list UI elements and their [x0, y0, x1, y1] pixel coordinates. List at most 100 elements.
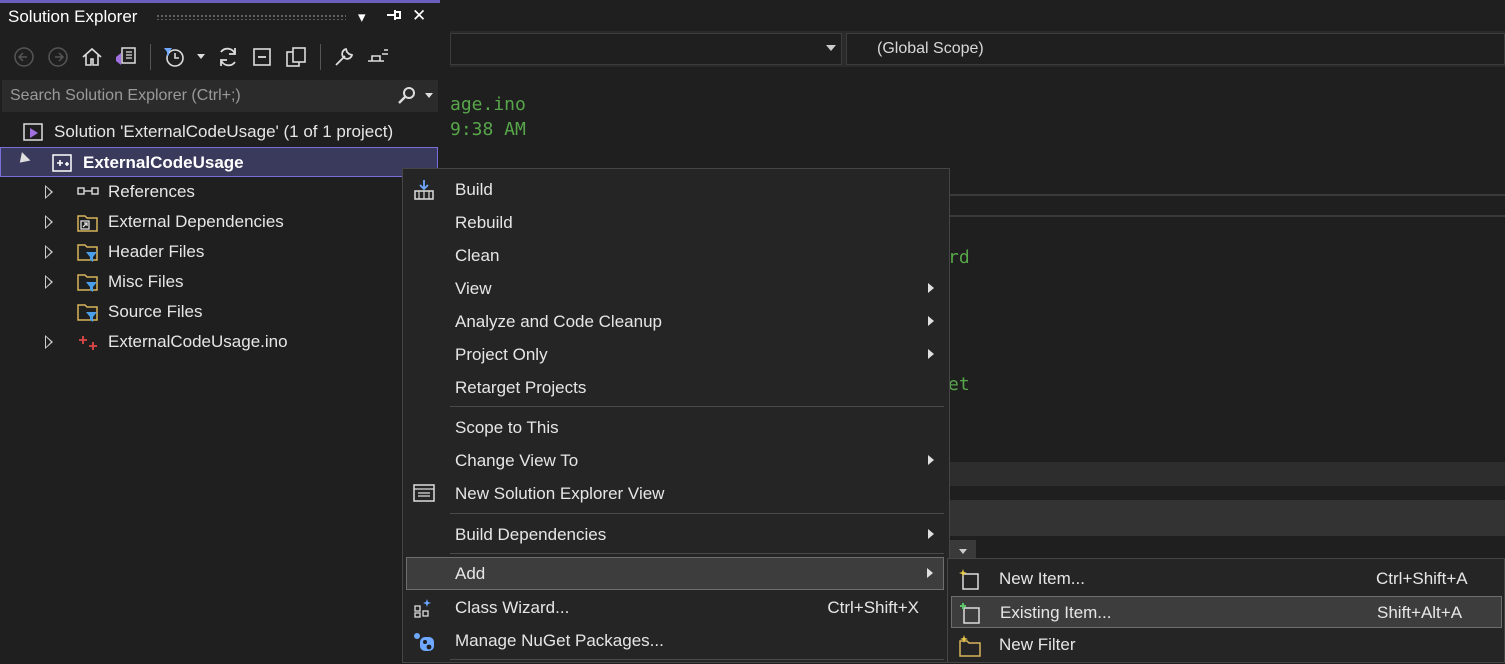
- menu-item-build-dependencies[interactable]: Build Dependencies: [406, 518, 944, 551]
- menu-separator: [450, 513, 944, 514]
- project-label: ExternalCodeUsage: [83, 153, 244, 172]
- submenu-arrow-icon: [928, 529, 934, 539]
- menu-item-scope-to-this[interactable]: Scope to This: [406, 411, 944, 444]
- menu-item-label: Build: [455, 180, 493, 199]
- menu-item-manage-nuget[interactable]: Manage NuGet Packages...: [406, 624, 944, 657]
- submenu-item-new-filter[interactable]: New Filter: [951, 629, 1502, 661]
- tree-item-external-dependencies[interactable]: External Dependencies: [0, 207, 438, 237]
- menu-item-project-only[interactable]: Project Only: [406, 338, 944, 371]
- new-item-icon: [957, 567, 981, 591]
- expand-icon[interactable]: [45, 215, 53, 229]
- pending-changes-filter-icon[interactable]: [161, 44, 187, 70]
- window-position-dropdown-icon[interactable]: ▾: [358, 8, 366, 26]
- output-panel-toolbar: [948, 500, 1505, 536]
- submenu-item-label: New Filter: [999, 635, 1076, 654]
- expand-icon[interactable]: [45, 185, 53, 199]
- submenu-item-shortcut: Ctrl+Shift+A: [1376, 569, 1468, 588]
- class-wizard-icon: [412, 596, 434, 618]
- menu-item-add[interactable]: Add: [406, 557, 944, 590]
- filter-folder-icon: [76, 272, 98, 292]
- expand-icon[interactable]: [45, 335, 53, 349]
- filter-dropdown-icon[interactable]: [197, 54, 205, 59]
- tree-solution-node[interactable]: Solution 'ExternalCodeUsage' (1 of 1 pro…: [0, 117, 438, 147]
- tree-project-node[interactable]: ExternalCodeUsage: [0, 147, 438, 177]
- external-deps-icon: [76, 212, 98, 232]
- submenu-arrow-icon: [928, 283, 934, 293]
- output-source-dropdown[interactable]: [950, 540, 976, 560]
- show-all-files-icon[interactable]: [283, 44, 309, 70]
- menu-item-label: Class Wizard...: [455, 598, 570, 617]
- close-icon[interactable]: ✕: [412, 6, 426, 26]
- menu-item-rebuild[interactable]: Rebuild: [406, 206, 944, 239]
- menu-item-build[interactable]: Build: [406, 173, 944, 206]
- project-icon: [51, 153, 73, 173]
- preview-icon[interactable]: [365, 44, 391, 70]
- menu-item-label: Build Dependencies: [455, 525, 607, 544]
- tree-item-label: References: [108, 182, 195, 201]
- tree-item-header-files[interactable]: Header Files: [0, 237, 438, 267]
- menu-separator: [450, 553, 944, 554]
- menu-item-analyze[interactable]: Analyze and Code Cleanup: [406, 305, 944, 338]
- expand-icon[interactable]: [45, 275, 53, 289]
- collapse-all-icon[interactable]: [249, 44, 275, 70]
- submenu-item-existing-item[interactable]: Existing Item... Shift+Alt+A: [951, 596, 1502, 628]
- tree-item-label: Header Files: [108, 242, 205, 261]
- pin-icon[interactable]: [385, 6, 403, 28]
- chevron-down-icon[interactable]: [826, 45, 836, 51]
- menu-separator: [450, 659, 944, 660]
- menu-item-change-view-to[interactable]: Change View To: [406, 444, 944, 477]
- sync-icon[interactable]: [215, 44, 241, 70]
- filter-folder-icon: [76, 302, 98, 322]
- menu-item-label: Scope to This: [455, 418, 559, 437]
- submenu-item-shortcut: Shift+Alt+A: [1377, 603, 1463, 622]
- drag-grip[interactable]: [156, 14, 346, 20]
- tree-item-label: ExternalCodeUsage.ino: [108, 332, 288, 351]
- menu-item-view[interactable]: View: [406, 272, 944, 305]
- switch-views-icon[interactable]: [113, 44, 139, 70]
- chevron-down-icon: [959, 549, 967, 554]
- toolbar-separator: [150, 44, 151, 70]
- submenu-arrow-icon: [928, 455, 934, 465]
- menu-separator: [450, 406, 944, 407]
- code-fragment: rd: [948, 247, 970, 268]
- menu-item-shortcut: Ctrl+Shift+X: [827, 598, 919, 617]
- search-icon[interactable]: [396, 85, 418, 112]
- menu-item-label: Add: [455, 564, 486, 583]
- build-icon: [412, 178, 434, 200]
- expand-icon[interactable]: [45, 245, 53, 259]
- tree-item-label: Misc Files: [108, 272, 184, 291]
- back-icon[interactable]: [11, 44, 37, 70]
- tree-item-misc-files[interactable]: Misc Files: [0, 267, 438, 297]
- solution-label: Solution 'ExternalCodeUsage' (1 of 1 pro…: [54, 122, 394, 141]
- menu-item-new-se-view[interactable]: New Solution Explorer View: [406, 477, 944, 510]
- menu-item-label: Project Only: [455, 345, 548, 364]
- tree-item-label: Source Files: [108, 302, 203, 321]
- menu-item-label: Clean: [455, 246, 500, 265]
- forward-icon[interactable]: [45, 44, 71, 70]
- solution-icon: [22, 122, 44, 142]
- output-panel-header: [948, 462, 1505, 486]
- search-options-dropdown-icon[interactable]: [425, 93, 433, 98]
- menu-item-retarget[interactable]: Retarget Projects: [406, 371, 944, 404]
- submenu-item-new-item[interactable]: New Item... Ctrl+Shift+A: [951, 563, 1502, 595]
- new-se-view-icon: [412, 482, 435, 504]
- tree-item-source-files[interactable]: Source Files: [0, 297, 438, 327]
- nuget-icon: [412, 629, 434, 651]
- solution-explorer-title: Solution Explorer: [8, 7, 138, 26]
- tree-item-ino-file[interactable]: ExternalCodeUsage.ino: [0, 327, 438, 357]
- menu-item-label: Manage NuGet Packages...: [455, 631, 664, 650]
- new-filter-icon: [957, 633, 981, 657]
- project-dropdown[interactable]: [450, 33, 842, 65]
- properties-icon[interactable]: [331, 44, 357, 70]
- tree-item-label: External Dependencies: [108, 212, 284, 231]
- menu-item-label: New Solution Explorer View: [455, 484, 665, 503]
- menu-item-clean[interactable]: Clean: [406, 239, 944, 272]
- existing-item-icon: [958, 601, 982, 625]
- submenu-item-label: Existing Item...: [1000, 603, 1112, 622]
- code-line: 9:38 AM: [450, 119, 526, 140]
- menu-item-class-wizard[interactable]: Class Wizard... Ctrl+Shift+X: [406, 591, 944, 624]
- home-icon[interactable]: [79, 44, 105, 70]
- tree-item-references[interactable]: References: [0, 177, 438, 207]
- code-fragment: et: [948, 374, 970, 395]
- collapse-icon[interactable]: [15, 152, 31, 167]
